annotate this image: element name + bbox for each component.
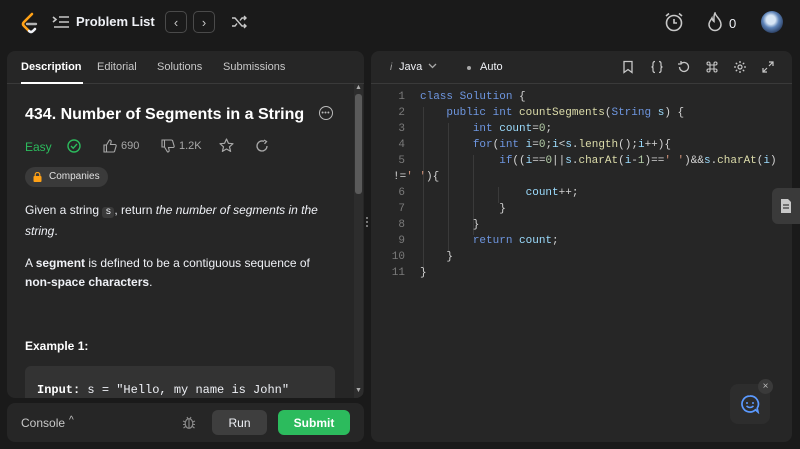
top-bar: Problem List ‹ › 0 (0, 0, 800, 45)
solved-check-icon (67, 139, 81, 153)
code-editor-panel: i Java Auto 1 2 3 4 5 6 7 8 9 10 11 clas… (371, 51, 792, 442)
scroll-thumb[interactable] (355, 94, 362, 194)
submit-button[interactable]: Submit (278, 410, 350, 435)
bug-icon[interactable] (182, 415, 196, 430)
problem-list-link[interactable]: Problem List (76, 14, 155, 29)
chevron-right-icon: › (201, 14, 207, 30)
like-count: 690 (121, 140, 140, 152)
example-title: Example 1: (25, 339, 89, 353)
close-chat-icon[interactable]: × (758, 379, 773, 394)
prev-problem-button[interactable]: ‹ (165, 11, 187, 33)
auto-indicator-dot (467, 66, 471, 70)
next-problem-button[interactable]: › (193, 11, 215, 33)
segment-definition: A segment is defined to be a contiguous … (25, 256, 310, 289)
bookmark-icon[interactable] (621, 60, 635, 74)
companies-label: Companies (49, 171, 100, 182)
chevron-down-icon[interactable] (428, 63, 437, 69)
notes-side-tab[interactable] (772, 188, 800, 224)
timer-icon[interactable] (663, 11, 685, 33)
more-options-icon[interactable] (319, 106, 333, 120)
avatar[interactable] (761, 11, 783, 33)
code-line-11: } (420, 267, 427, 279)
thumbs-down-icon[interactable] (161, 139, 175, 153)
dislike-count: 1.2K (179, 140, 202, 152)
code-line-3: int count=0; (472, 123, 553, 135)
reset-code-icon[interactable] (677, 60, 691, 74)
run-button[interactable]: Run (212, 410, 267, 435)
example-input: Input: s = "Hello, my name is John" (37, 383, 290, 397)
tab-description[interactable]: Description (21, 61, 82, 73)
code-line-5-wrap: !=' '){ (393, 171, 440, 183)
settings-gear-icon[interactable] (733, 60, 747, 74)
description-tabs: Description Editorial Solutions Submissi… (7, 51, 364, 84)
scroll-up-icon[interactable]: ▲ (355, 84, 362, 91)
tab-editorial[interactable]: Editorial (97, 61, 137, 73)
active-tab-indicator (21, 82, 83, 84)
tab-submissions[interactable]: Submissions (223, 61, 285, 73)
example-box: Input: s = "Hello, my name is John" (25, 366, 335, 398)
problem-title: 434. Number of Segments in a String (25, 106, 305, 123)
shortcuts-command-icon[interactable] (705, 60, 719, 74)
share-icon[interactable] (255, 139, 269, 153)
code-line-7: } (420, 203, 506, 215)
inline-code-s: s (102, 207, 115, 218)
editor-toolbar: i Java Auto (371, 51, 792, 84)
code-line-5: if((i==0||s.charAt(i-1)==' ')&&s.charAt(… (499, 155, 777, 167)
document-icon (781, 199, 791, 213)
code-line-9: return count; (472, 235, 559, 247)
leetcode-logo-icon[interactable] (18, 11, 40, 35)
shuffle-icon[interactable] (231, 14, 247, 30)
difficulty-badge: Easy (25, 140, 52, 154)
chat-icon (741, 395, 760, 414)
code-line-6: count++; (525, 187, 579, 199)
fire-icon[interactable] (706, 12, 724, 32)
language-select[interactable]: Java (399, 61, 422, 73)
code-line-2: public int countSegments(String s) { (446, 107, 685, 119)
language-info-icon: i (390, 62, 393, 73)
star-icon[interactable] (219, 138, 234, 153)
console-bar: Console ^ Run Submit (7, 403, 364, 442)
panel-resize-handle[interactable] (366, 215, 369, 231)
code-line-1: class Solution { (420, 91, 526, 103)
streak-count: 0 (729, 16, 737, 31)
description-scrollbar[interactable]: ▲ ▼ (354, 84, 363, 398)
thumbs-up-icon[interactable] (103, 139, 117, 153)
code-editor[interactable]: 1 2 3 4 5 6 7 8 9 10 11 class Solution {… (371, 91, 792, 331)
chevron-up-icon[interactable]: ^ (69, 415, 74, 426)
lock-icon (33, 172, 42, 182)
console-toggle[interactable]: Console (21, 416, 65, 430)
autocomplete-toggle[interactable]: Auto (480, 61, 503, 73)
description-panel: Description Editorial Solutions Submissi… (7, 51, 364, 398)
scroll-down-icon[interactable]: ▼ (355, 387, 362, 394)
format-braces-icon[interactable] (650, 60, 664, 74)
problem-list-icon[interactable] (52, 14, 70, 30)
tab-solutions[interactable]: Solutions (157, 61, 202, 73)
companies-tag[interactable]: Companies (25, 167, 108, 187)
fullscreen-expand-icon[interactable] (761, 60, 775, 74)
code-line-10: } (420, 251, 454, 263)
code-line-8: } (420, 219, 480, 231)
chevron-left-icon: ‹ (173, 14, 179, 30)
problem-description: Given a string s, return the number of s… (25, 203, 318, 238)
code-line-4: for(int i=0;i<s.length();i++){ (472, 139, 671, 151)
